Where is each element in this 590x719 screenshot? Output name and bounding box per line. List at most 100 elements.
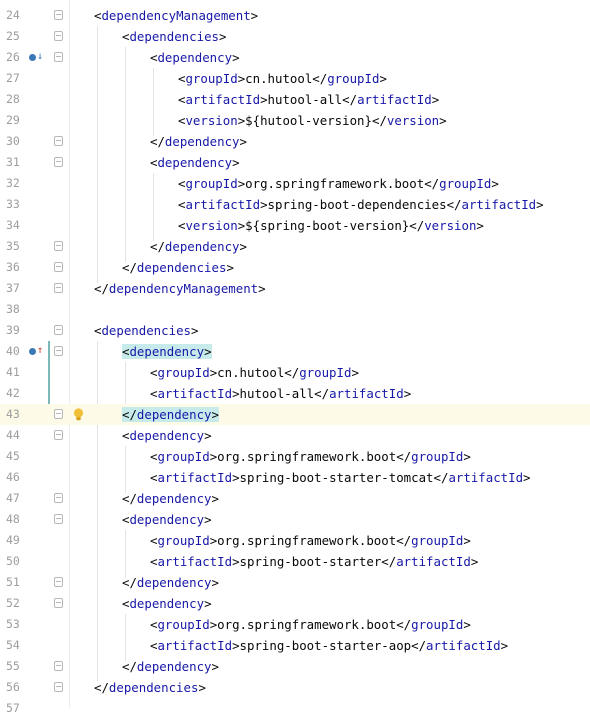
fold-toggle-icon[interactable] <box>54 283 63 293</box>
tag-bracket: > <box>476 218 484 233</box>
fold-toggle-icon[interactable] <box>54 409 63 419</box>
code-text[interactable]: <artifactId>spring-boot-dependencies</ar… <box>178 194 544 215</box>
code-line[interactable]: 34 <version>${spring-boot-version}</versi… <box>0 215 590 236</box>
code-line[interactable]: 52 <dependency> <box>0 593 590 614</box>
code-line[interactable]: 33 <artifactId>spring-boot-dependencies</… <box>0 194 590 215</box>
code-line[interactable]: 53 <groupId>org.springframework.boot</gro… <box>0 614 590 635</box>
fold-toggle-icon[interactable] <box>54 598 63 608</box>
code-text[interactable]: <dependency> <box>122 341 212 362</box>
code-line[interactable]: 29 <version>${hutool-version}</version> <box>0 110 590 131</box>
fold-toggle-icon[interactable] <box>54 325 63 335</box>
code-line[interactable]: 57 <box>0 698 590 719</box>
fold-toggle-icon[interactable] <box>54 136 63 146</box>
code-text[interactable]: <dependencyManagement> <box>94 5 258 26</box>
lightbulb-icon[interactable] <box>73 407 84 421</box>
code-text[interactable]: </dependency> <box>122 488 219 509</box>
tag-name: dependency <box>129 428 205 443</box>
implemented-up-icon[interactable]: ↑ <box>28 345 44 358</box>
fold-toggle-icon[interactable] <box>54 493 63 503</box>
tag-bracket: </ <box>122 260 137 275</box>
code-line[interactable]: 40 ↑ <dependency> <box>0 341 590 362</box>
code-line[interactable]: 35 </dependency> <box>0 236 590 257</box>
code-line[interactable]: 39 <dependencies> <box>0 320 590 341</box>
code-line[interactable]: 27 <groupId>cn.hutool</groupId> <box>0 68 590 89</box>
fold-toggle-icon[interactable] <box>54 682 63 692</box>
tag-bracket: </ <box>122 659 137 674</box>
fold-toggle-icon[interactable] <box>54 157 63 167</box>
tag-bracket: > <box>191 323 199 338</box>
code-line[interactable]: 48 <dependency> <box>0 509 590 530</box>
fold-toggle-icon[interactable] <box>54 52 63 62</box>
code-line[interactable]: 46 <artifactId>spring-boot-starter-tomcat… <box>0 467 590 488</box>
tag-name: dependency <box>164 239 240 254</box>
code-text[interactable]: </dependencyManagement> <box>94 278 266 299</box>
line-number: 50 <box>6 554 20 568</box>
code-text[interactable]: </dependency> <box>150 131 247 152</box>
code-text[interactable]: <groupId>org.springframework.boot</group… <box>150 530 471 551</box>
fold-toggle-icon[interactable] <box>54 241 63 251</box>
fold-toggle-icon[interactable] <box>54 661 63 671</box>
fold-toggle-icon[interactable] <box>54 514 63 524</box>
code-line[interactable]: 54 <artifactId>spring-boot-starter-aop</a… <box>0 635 590 656</box>
code-text[interactable]: <artifactId>spring-boot-starter-tomcat</… <box>150 467 531 488</box>
code-line[interactable]: 32 <groupId>org.springframework.boot</gro… <box>0 173 590 194</box>
line-number: 42 <box>6 386 20 400</box>
code-line[interactable]: 25 <dependencies> <box>0 26 590 47</box>
code-text[interactable]: <dependency> <box>122 593 212 614</box>
code-text[interactable]: </dependency> <box>122 656 219 677</box>
line-number: 29 <box>6 113 20 127</box>
fold-toggle-icon[interactable] <box>54 346 63 356</box>
code-text[interactable]: <version>${spring-boot-version}</version… <box>178 215 484 236</box>
fold-toggle-icon[interactable] <box>54 262 63 272</box>
code-text[interactable]: <version>${hutool-version}</version> <box>178 110 447 131</box>
code-line[interactable]: 36 </dependencies> <box>0 257 590 278</box>
code-line[interactable]: 38 <box>0 299 590 320</box>
code-line[interactable]: 31 <dependency> <box>0 152 590 173</box>
code-line[interactable]: 42 <artifactId>hutool-all</artifactId> <box>0 383 590 404</box>
code-text[interactable]: </dependencies> <box>122 257 234 278</box>
fold-toggle-icon[interactable] <box>54 31 63 41</box>
code-line[interactable]: 24 <dependencyManagement> <box>0 5 590 26</box>
fold-toggle-icon[interactable] <box>54 430 63 440</box>
code-line[interactable]: 26 ↓ <dependency> <box>0 47 590 68</box>
code-text[interactable]: </dependency> <box>150 236 247 257</box>
code-text[interactable]: <artifactId>spring-boot-starter-aop</art… <box>150 635 508 656</box>
line-number: 46 <box>6 470 20 484</box>
code-line[interactable]: 28 <artifactId>hutool-all</artifactId> <box>0 89 590 110</box>
code-text[interactable]: <artifactId>hutool-all</artifactId> <box>178 89 439 110</box>
code-text[interactable]: <groupId>org.springframework.boot</group… <box>150 446 471 467</box>
code-editor[interactable]: 24 <dependencyManagement> 25 <dependencies>… <box>0 0 590 715</box>
code-line[interactable]: 49 <groupId>org.springframework.boot</gro… <box>0 530 590 551</box>
code-line[interactable]: 51 </dependency> <box>0 572 590 593</box>
code-line[interactable]: 50 <artifactId>spring-boot-starter</artif… <box>0 551 590 572</box>
code-line[interactable]: 56 </dependencies> <box>0 677 590 698</box>
code-line[interactable]: 37 </dependencyManagement> <box>0 278 590 299</box>
code-text[interactable]: <artifactId>spring-boot-starter</artifac… <box>150 551 478 572</box>
code-line[interactable]: 43 </dependency> <box>0 404 590 425</box>
code-text[interactable]: <dependency> <box>122 509 212 530</box>
code-text[interactable]: <dependencies> <box>122 26 226 47</box>
code-text[interactable]: <dependency> <box>150 47 240 68</box>
code-line[interactable]: 47 </dependency> <box>0 488 590 509</box>
fold-toggle-icon[interactable] <box>54 577 63 587</box>
code-text[interactable]: <dependency> <box>150 152 240 173</box>
code-line[interactable]: 30 </dependency> <box>0 131 590 152</box>
code-line[interactable]: 55 </dependency> <box>0 656 590 677</box>
code-line[interactable]: 44 <dependency> <box>0 425 590 446</box>
code-text[interactable]: <dependencies> <box>94 320 198 341</box>
code-line[interactable]: 45 <groupId>org.springframework.boot</gro… <box>0 446 590 467</box>
fold-toggle-icon[interactable] <box>54 10 63 20</box>
tag-bracket: > <box>226 260 234 275</box>
code-text[interactable]: <groupId>cn.hutool</groupId> <box>150 362 359 383</box>
implemented-down-icon[interactable]: ↓ <box>28 51 44 64</box>
code-line[interactable]: 41 <groupId>cn.hutool</groupId> <box>0 362 590 383</box>
code-text[interactable]: <artifactId>hutool-all</artifactId> <box>150 383 411 404</box>
code-text[interactable]: <groupId>org.springframework.boot</group… <box>150 614 471 635</box>
code-text[interactable]: <dependency> <box>122 425 212 446</box>
code-text[interactable]: <groupId>cn.hutool</groupId> <box>178 68 387 89</box>
code-text[interactable]: </dependency> <box>122 572 219 593</box>
code-text[interactable]: </dependencies> <box>94 677 206 698</box>
tag-bracket: > <box>491 176 499 191</box>
code-text[interactable]: </dependency> <box>122 404 219 425</box>
code-text[interactable]: <groupId>org.springframework.boot</group… <box>178 173 499 194</box>
